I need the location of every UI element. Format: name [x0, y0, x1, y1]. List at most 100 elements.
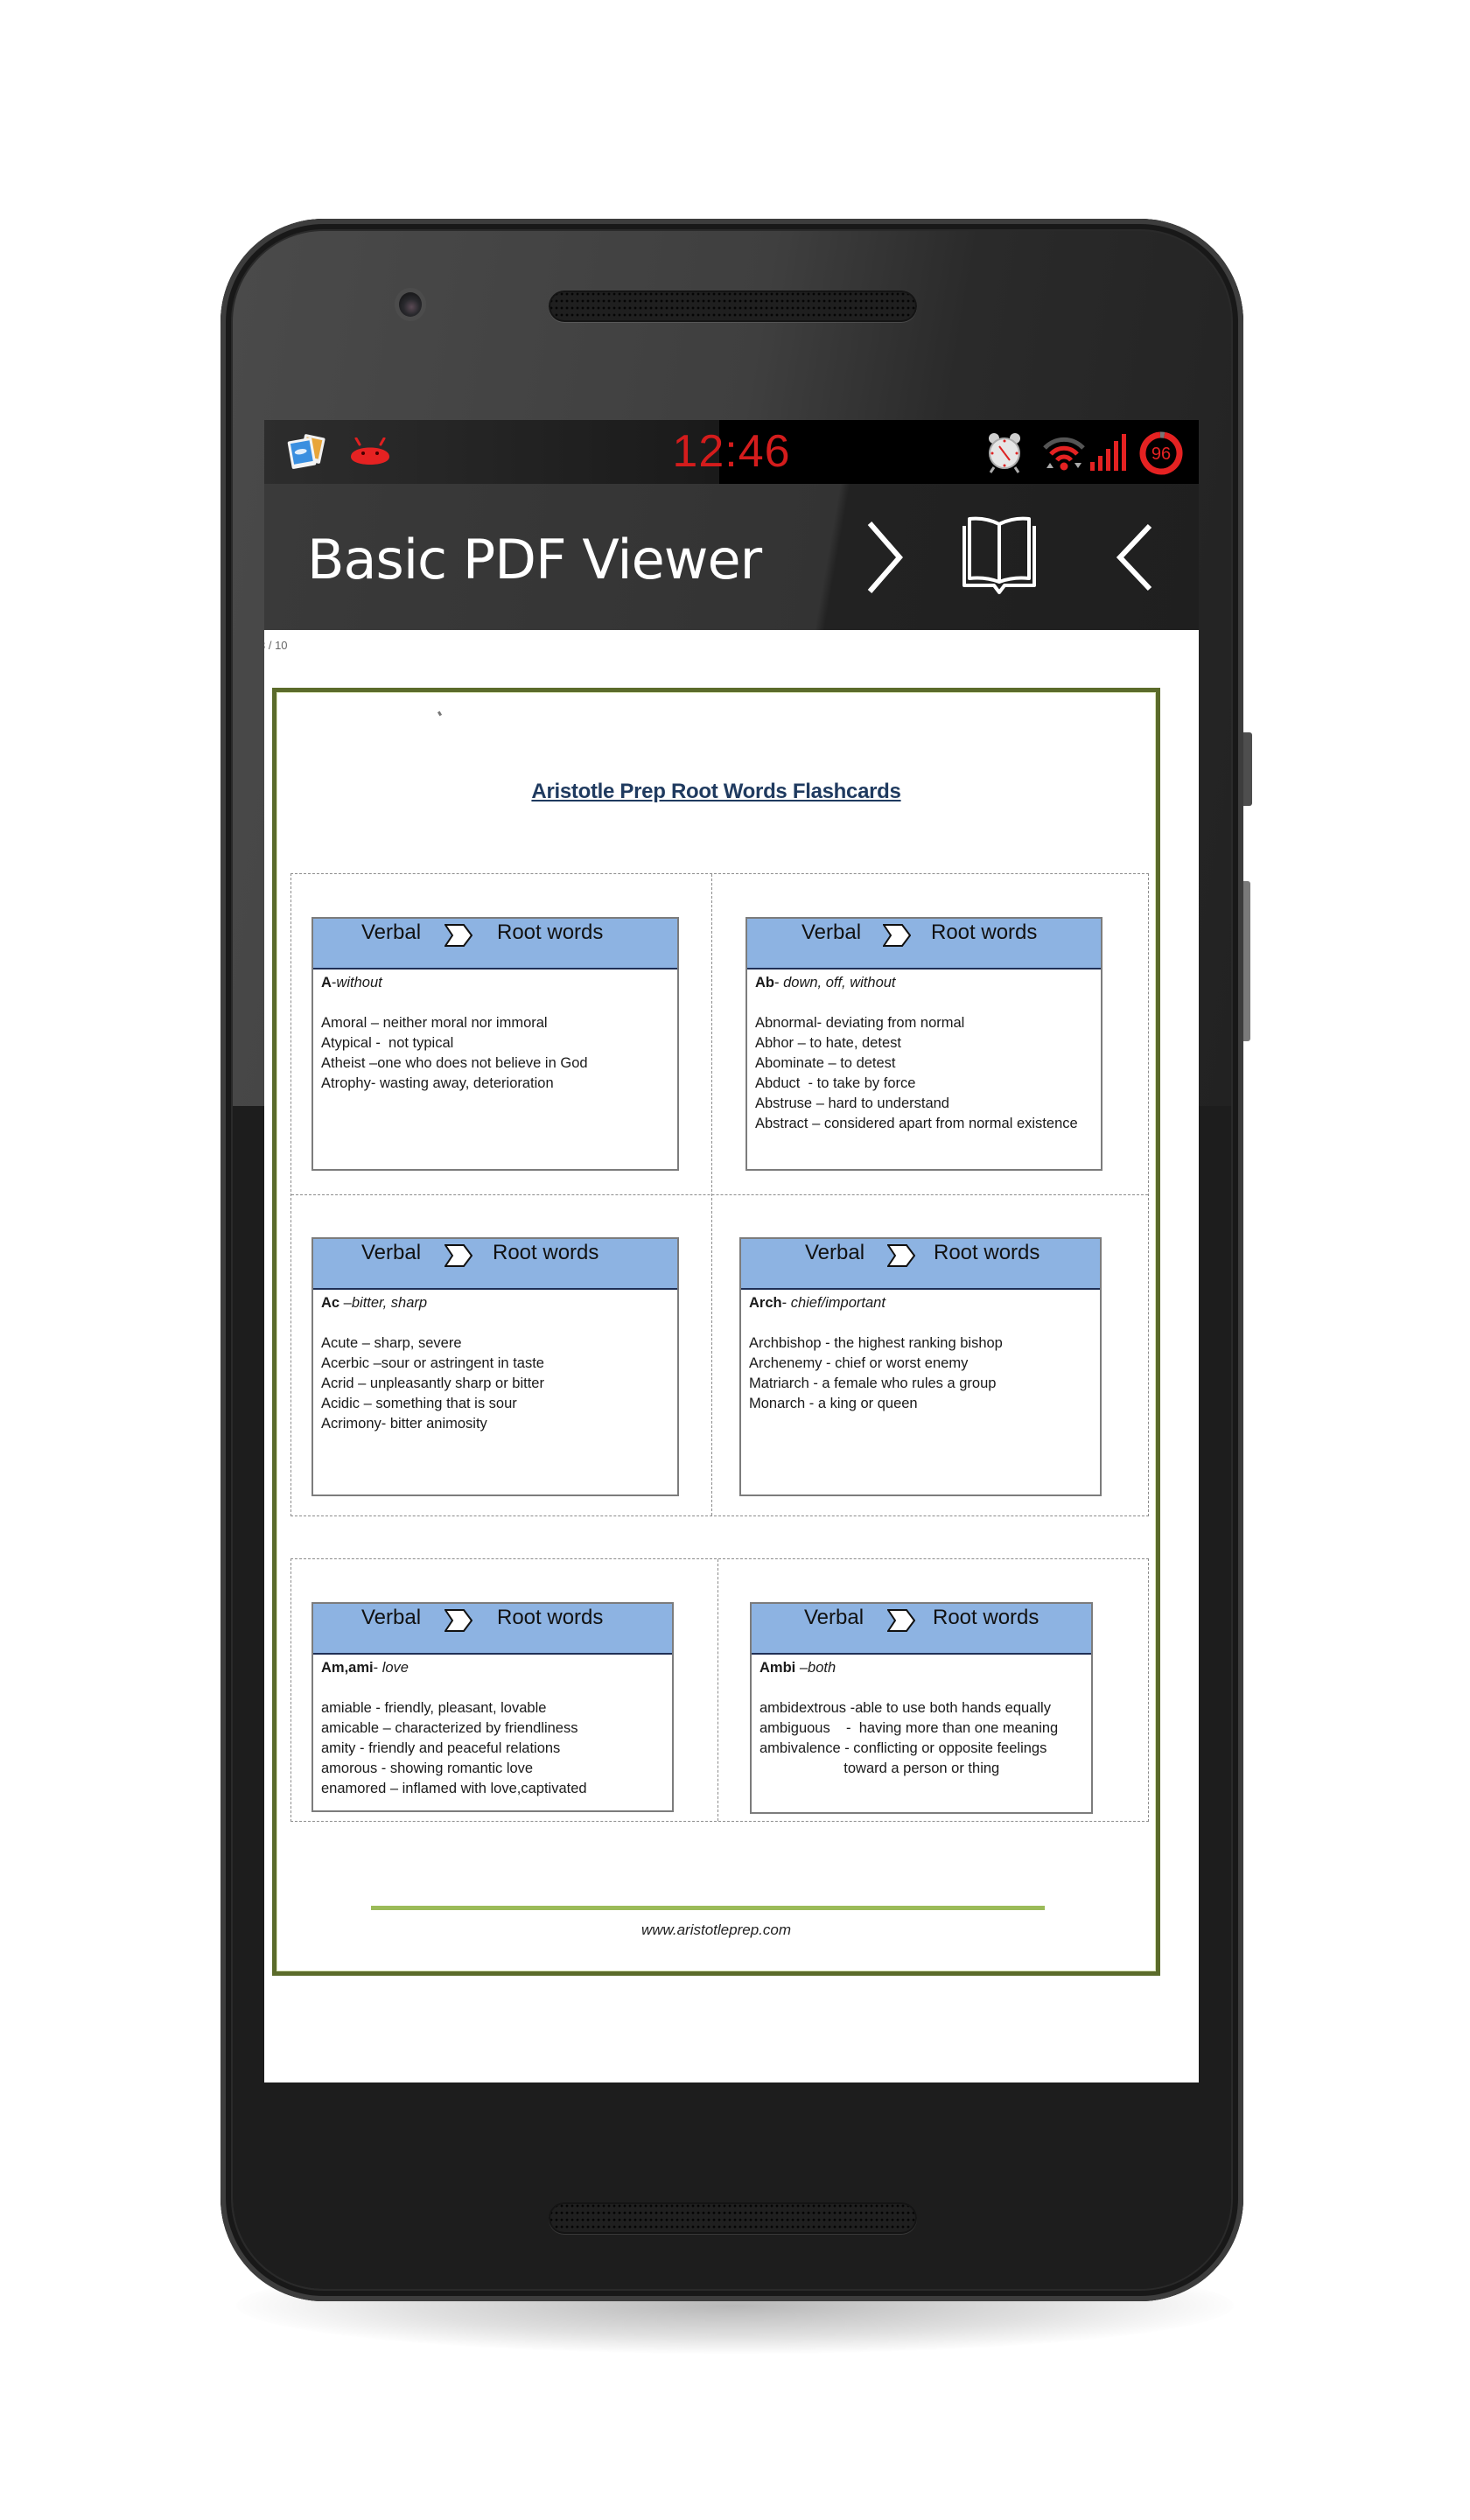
root-word: A	[321, 975, 332, 990]
root-separator: -	[781, 1295, 791, 1311]
power-button[interactable]	[1243, 732, 1252, 806]
root-heading: Am,ami- love	[321, 1658, 665, 1678]
root-heading: Arch- chief/important	[749, 1293, 1093, 1313]
definition: Acrid – unpleasantly sharp or bitter	[321, 1376, 544, 1391]
action-bar: Basic PDF Viewer	[264, 484, 1199, 630]
root-meaning: without	[336, 975, 382, 990]
alarm-clock-icon	[989, 433, 1020, 473]
chevron-arrow-icon	[887, 1244, 915, 1267]
open-book-button[interactable]	[951, 501, 1047, 613]
definition: Abstruse – hard to understand	[755, 1096, 949, 1111]
definition: Acrimony- bitter animosity	[321, 1416, 487, 1432]
card-body: Am,ami- love amiable - friendly, pleasan…	[313, 1655, 672, 1799]
wifi-icon	[1043, 437, 1085, 471]
chevron-left-icon	[1116, 523, 1152, 592]
root-meaning: both	[808, 1660, 836, 1676]
root-word: Am,ami	[321, 1660, 374, 1676]
card-header-root-words: Root words	[497, 920, 604, 944]
definition: Archenemy - chief or worst enemy	[749, 1355, 969, 1371]
chevron-right-icon	[867, 522, 903, 593]
definition: Abnormal- deviating from normal	[755, 1015, 965, 1031]
definition: Matriarch - a female who rules a group	[749, 1376, 997, 1391]
root-meaning: chief/important	[790, 1295, 886, 1311]
battery-level: 96	[1152, 444, 1171, 464]
front-camera	[399, 292, 422, 317]
root-separator: -	[373, 1660, 382, 1676]
next-page-button[interactable]	[852, 501, 917, 613]
card-body: Ac –bitter, sharp Acute – sharp, severe …	[313, 1290, 677, 1434]
card-header-verbal: Verbal	[361, 1241, 422, 1264]
cell-signal-icon	[1090, 434, 1126, 471]
card-header-root-words: Root words	[493, 1241, 599, 1264]
card-header: Verbal Root words	[752, 1604, 1091, 1655]
definition: ambiguous - having more than one meaning	[760, 1720, 1059, 1736]
root-heading: Ambi –both	[760, 1658, 1084, 1678]
definition: amiable - friendly, pleasant, lovable	[321, 1700, 547, 1716]
root-meaning: love	[382, 1660, 409, 1676]
root-word: Arch	[749, 1295, 782, 1311]
definition: Abominate – to detest	[755, 1055, 896, 1071]
root-word: Ac	[321, 1295, 340, 1311]
definition: Acute – sharp, severe	[321, 1335, 462, 1351]
flashcard: Verbal Root words Ab- down, off, without…	[746, 917, 1102, 1171]
definition: enamored – inflamed with love,captivated	[321, 1781, 587, 1796]
stray-mark	[437, 710, 443, 717]
definition: Abduct - to take by force	[755, 1075, 916, 1091]
card-body: A-without Amoral – neither moral nor imm…	[313, 970, 677, 1094]
root-separator: –	[795, 1660, 808, 1676]
document-title: Aristotle Prep Root Words Flashcards	[531, 780, 901, 803]
previous-page-button[interactable]	[1104, 501, 1166, 613]
card-header-verbal: Verbal	[804, 1606, 864, 1629]
definition: Abstract – considered apart from normal …	[755, 1116, 1078, 1131]
bottom-speaker	[549, 2202, 917, 2234]
card-header: Verbal Root words	[313, 1239, 677, 1290]
definition: Archbishop - the highest ranking bishop	[749, 1335, 1003, 1351]
page-counter: 3 / 10	[264, 639, 288, 652]
chevron-arrow-icon	[887, 1609, 915, 1632]
battery-icon: 96	[1139, 431, 1183, 475]
root-word: Ab	[755, 975, 774, 990]
root-heading: Ac –bitter, sharp	[321, 1293, 670, 1313]
definition: Atrophy- wasting away, deterioration	[321, 1075, 554, 1091]
pdf-page[interactable]: Aristotle Prep Root Words Flashcards Ver…	[272, 688, 1160, 1976]
flashcard: Verbal Root words A-without Amoral – nei…	[312, 917, 679, 1171]
definition: Amoral – neither moral nor immoral	[321, 1015, 548, 1031]
card-header: Verbal Root words	[313, 919, 677, 970]
root-separator: -	[774, 975, 784, 990]
definition: ambivalence - conflicting or opposite fe…	[760, 1740, 1047, 1756]
definition: amity - friendly and peaceful relations	[321, 1740, 561, 1756]
root-meaning: bitter, sharp	[351, 1295, 428, 1311]
card-header-verbal: Verbal	[361, 920, 422, 944]
root-heading: Ab- down, off, without	[755, 973, 1094, 993]
chevron-arrow-icon	[883, 924, 911, 947]
root-heading: A-without	[321, 973, 670, 993]
definition: ambidextrous -able to use both hands equ…	[760, 1700, 1051, 1716]
root-separator: –	[340, 1295, 352, 1311]
footer-divider	[371, 1906, 1045, 1910]
root-meaning: down, off, without	[783, 975, 896, 990]
card-header-root-words: Root words	[497, 1606, 604, 1629]
card-header-verbal: Verbal	[361, 1606, 422, 1629]
chevron-arrow-icon	[444, 1244, 472, 1267]
chevron-arrow-icon	[444, 924, 472, 947]
definition: Atheist –one who does not believe in God	[321, 1055, 588, 1071]
root-word: Ambi	[760, 1660, 796, 1676]
card-header-root-words: Root words	[931, 920, 1038, 944]
flashcard: Verbal Root words Arch- chief/important …	[739, 1237, 1102, 1496]
card-header-verbal: Verbal	[802, 920, 862, 944]
volume-button[interactable]	[1243, 881, 1250, 1041]
earpiece-speaker	[549, 290, 917, 322]
app-title: Basic PDF Viewer	[307, 528, 762, 592]
card-header-verbal: Verbal	[805, 1241, 865, 1264]
definition: amicable – characterized by friendliness	[321, 1720, 578, 1736]
card-body: Ab- down, off, without Abnormal- deviati…	[747, 970, 1101, 1134]
definition: Acidic – something that is sour	[321, 1396, 517, 1411]
card-body: Arch- chief/important Archbishop - the h…	[741, 1290, 1100, 1414]
flashcard: Verbal Root words Ac –bitter, sharp Acut…	[312, 1237, 679, 1496]
flashcard: Verbal Root words Ambi –both ambidextrou…	[750, 1602, 1093, 1814]
definition: Acerbic –sour or astringent in taste	[321, 1355, 544, 1371]
card-body: Ambi –both ambidextrous -able to use bot…	[752, 1655, 1091, 1779]
flashcard: Verbal Root words Am,ami- love amiable -…	[312, 1602, 674, 1812]
card-header: Verbal Root words	[741, 1239, 1100, 1290]
definition: amorous - showing romantic love	[321, 1760, 534, 1776]
